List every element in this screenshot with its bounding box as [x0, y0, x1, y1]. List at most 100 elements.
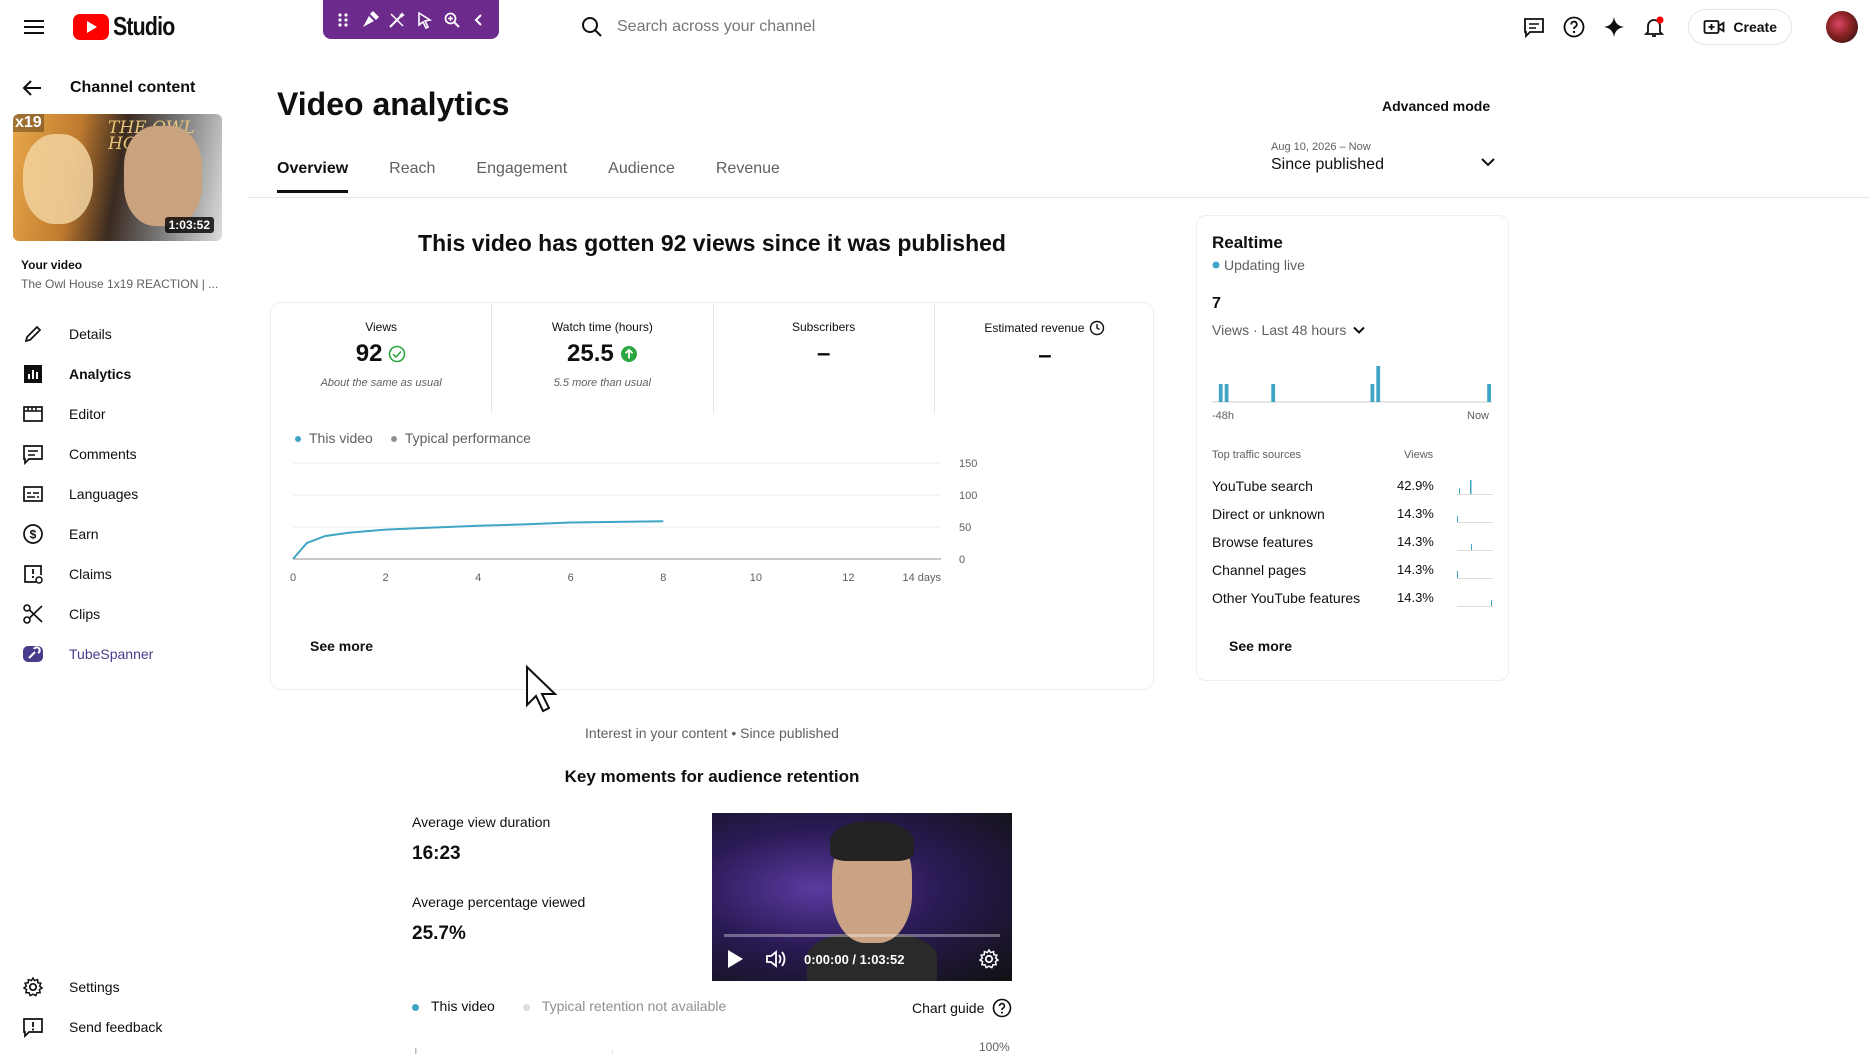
video-player[interactable]: 0:00:00 / 1:03:52	[712, 813, 1012, 981]
realtime-bar[interactable]	[1487, 384, 1491, 402]
tubespanner-icon	[21, 642, 45, 666]
views-chart: 150 100 50 0 0 2 4 6 8 10 12 14 days	[290, 458, 977, 584]
create-button[interactable]: Create	[1688, 9, 1792, 45]
sidebar-item-label: Settings	[69, 979, 120, 995]
realtime-period-dropdown[interactable]: Views · Last 48 hours	[1212, 322, 1366, 338]
chart-guide-button[interactable]: Chart guide	[912, 998, 1012, 1018]
tab-overview[interactable]: Overview	[277, 160, 349, 193]
duration-badge: 1:03:52	[164, 217, 214, 233]
source-sparkline	[1457, 600, 1493, 607]
pointer-icon[interactable]	[413, 8, 437, 32]
tab-audience[interactable]: Audience	[608, 160, 675, 193]
sidebar-item-details[interactable]: Details	[0, 314, 240, 354]
tab-revenue[interactable]: Revenue	[716, 160, 780, 193]
traffic-source-row[interactable]: Other YouTube features 14.3%	[1212, 590, 1493, 610]
metric-label: Watch time (hours)	[551, 320, 653, 334]
search-input[interactable]	[617, 18, 1117, 36]
sidebar-item-settings[interactable]: Settings	[0, 967, 240, 1007]
metric-label: Estimated revenue	[984, 321, 1085, 335]
your-video-label: Your video	[21, 258, 83, 272]
key-moments-title: Key moments for audience retention	[564, 767, 860, 786]
realtime-bar[interactable]	[1224, 384, 1229, 402]
traffic-source-row[interactable]: Channel pages 14.3%	[1212, 562, 1493, 582]
avg-view-duration-value: 16:23	[412, 843, 461, 864]
realtime-bar[interactable]	[1218, 384, 1223, 402]
chart-legend: This video Typical performance	[295, 430, 531, 446]
sidebar-item-tubespanner[interactable]: TubeSpanner	[0, 634, 240, 674]
sidebar-item-label: Analytics	[69, 366, 132, 382]
dollar-icon: $	[21, 522, 45, 546]
studio-logo[interactable]: Studio	[73, 11, 188, 42]
source-pct: 14.3%	[1397, 506, 1434, 521]
y-tick-label: 50	[959, 522, 971, 534]
search-icon[interactable]	[575, 10, 609, 44]
messages-icon[interactable]	[1514, 7, 1554, 47]
advanced-mode-button[interactable]: Advanced mode	[1382, 98, 1490, 114]
sidebar-item-languages[interactable]: Languages	[0, 474, 240, 514]
wand-icon[interactable]	[385, 8, 409, 32]
sidebar-item-editor[interactable]: Editor	[0, 394, 240, 434]
x-tick-label: 4	[475, 572, 481, 584]
claims-icon	[21, 562, 45, 586]
realtime-bar[interactable]	[1271, 384, 1276, 402]
video-thumbnail[interactable]: THE OWL HOUSE x19 1:03:52	[13, 114, 222, 241]
back-to-channel-content[interactable]: Channel content	[20, 76, 195, 100]
tab-engagement[interactable]: Engagement	[476, 160, 567, 193]
avg-percentage-viewed-label: Average percentage viewed	[412, 894, 586, 910]
collapse-icon[interactable]	[467, 8, 491, 32]
sidebar-item-analytics[interactable]: Analytics	[0, 354, 240, 394]
draw-icon[interactable]	[358, 8, 382, 32]
realtime-card: Realtime Updating live 7 Views · Last 48…	[1196, 215, 1509, 681]
back-arrow-icon	[22, 80, 41, 96]
metric-views[interactable]: Views 92 About the same as usual	[271, 303, 493, 413]
player-settings-icon[interactable]	[976, 946, 1002, 972]
date-range-picker[interactable]: Aug 10, 2026 – Now Since published	[1271, 141, 1497, 181]
menu-icon[interactable]	[22, 16, 46, 38]
mouse-cursor-icon	[526, 665, 558, 713]
player-frame-hair	[830, 821, 914, 861]
analytics-tabs: Overview Reach Engagement Audience Reven…	[277, 160, 780, 193]
sidebar-item-label: Clips	[69, 606, 101, 622]
create-video-icon	[1704, 20, 1725, 34]
metric-watch-time[interactable]: Watch time (hours) 25.5 5.5 more than us…	[492, 303, 714, 413]
overview-card: Views 92 About the same as usual Watch t…	[270, 302, 1154, 690]
traffic-source-row[interactable]: Browse features 14.3%	[1212, 534, 1493, 554]
video-title[interactable]: The Owl House 1x19 REACTION | ...	[21, 277, 221, 291]
sidebar-item-send-feedback[interactable]: Send feedback	[0, 1007, 240, 1047]
sidebar-item-earn[interactable]: $ Earn	[0, 514, 240, 554]
sidebar-item-label: Editor	[69, 406, 106, 422]
sidebar-item-comments[interactable]: Comments	[0, 434, 240, 474]
zoom-icon[interactable]	[440, 8, 464, 32]
see-more-button[interactable]: See more	[310, 638, 373, 654]
help-icon[interactable]	[1554, 7, 1594, 47]
tab-reach[interactable]: Reach	[389, 160, 435, 193]
account-avatar[interactable]	[1826, 11, 1858, 43]
source-name: Browse features	[1212, 534, 1314, 550]
traffic-source-row[interactable]: Direct or unknown 14.3%	[1212, 506, 1493, 526]
legend-this-video: This video	[295, 430, 373, 446]
metric-subscribers[interactable]: Subscribers –	[714, 303, 935, 413]
drag-handle-icon[interactable]	[331, 8, 355, 32]
realtime-bar[interactable]	[1376, 366, 1381, 402]
metric-value: –	[1038, 342, 1052, 369]
metric-estimated-revenue[interactable]: Estimated revenue –	[935, 303, 1155, 413]
notifications-icon[interactable]	[1634, 7, 1674, 47]
realtime-see-more-button[interactable]: See more	[1229, 638, 1292, 654]
volume-icon[interactable]	[764, 946, 790, 972]
source-pct: 42.9%	[1397, 478, 1434, 493]
realtime-live-label: Updating live	[1224, 257, 1305, 273]
sidebar-nav: Details Analytics Editor Comments Langua…	[0, 314, 240, 674]
player-progress-bar[interactable]	[724, 934, 1000, 937]
traffic-source-row[interactable]: YouTube search 42.9%	[1212, 478, 1493, 498]
metric-value: –	[816, 340, 831, 367]
realtime-bar[interactable]	[1370, 384, 1375, 402]
realtime-period-label: Views · Last 48 hours	[1212, 322, 1347, 338]
source-sparkline	[1457, 480, 1493, 495]
sidebar-item-label: Claims	[69, 566, 112, 582]
source-pct: 14.3%	[1397, 590, 1434, 605]
sidebar-item-claims[interactable]: Claims	[0, 554, 240, 594]
play-icon[interactable]	[722, 946, 748, 972]
sidebar-item-clips[interactable]: Clips	[0, 594, 240, 634]
sparkle-icon[interactable]	[1594, 7, 1634, 47]
sidebar-item-label: TubeSpanner	[69, 646, 154, 662]
